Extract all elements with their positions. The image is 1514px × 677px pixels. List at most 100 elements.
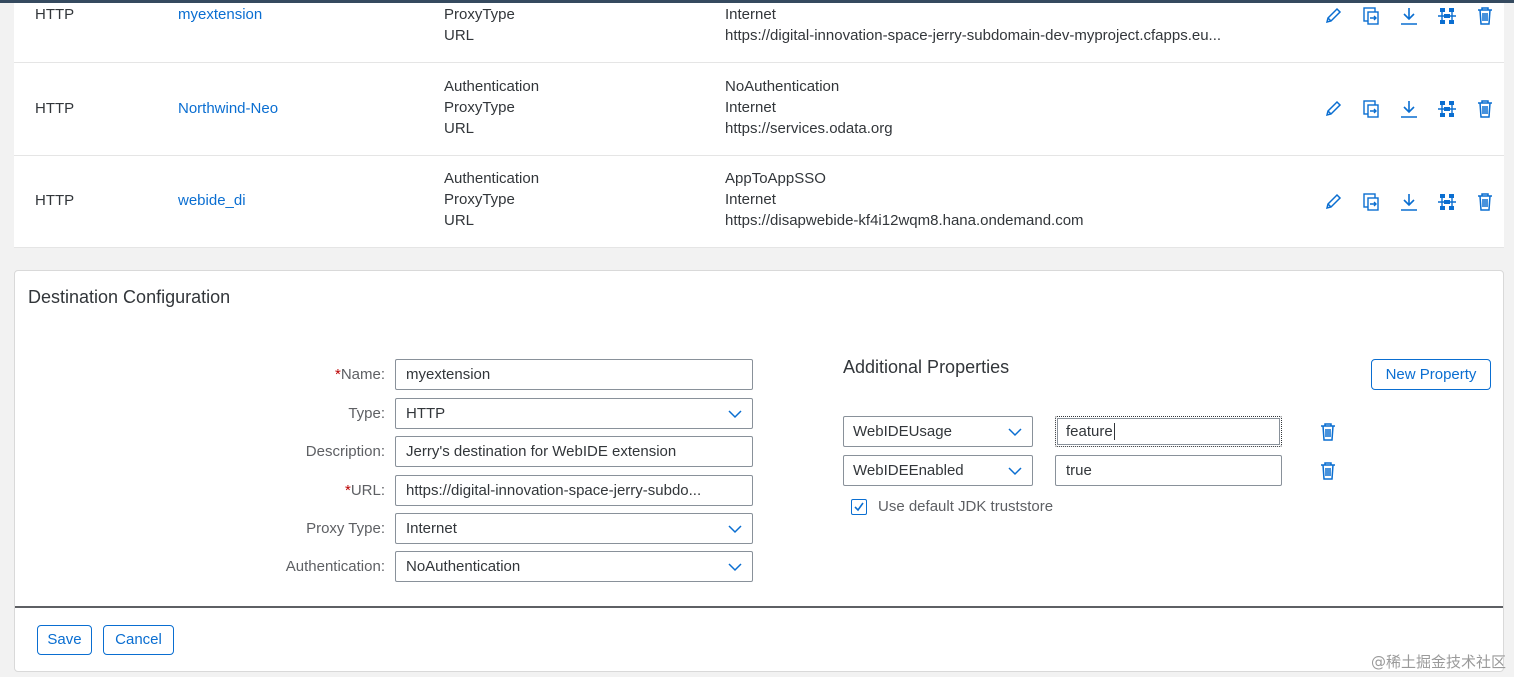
row-actions	[1314, 98, 1504, 120]
authentication-label: Authentication:	[285, 558, 385, 575]
edit-button[interactable]	[1314, 5, 1352, 27]
url-input[interactable]: https://digital-innovation-space-jerry-s…	[395, 475, 753, 506]
text-cursor	[1113, 423, 1115, 440]
description-input[interactable]: Jerry's destination for WebIDE extension	[395, 436, 753, 467]
authentication-row: Authentication:	[15, 551, 385, 582]
edit-icon	[1325, 193, 1342, 210]
edit-icon	[1325, 100, 1342, 117]
clone-button[interactable]	[1352, 98, 1390, 120]
chevron-down-icon	[728, 410, 742, 419]
name-label: *Name:	[334, 366, 385, 383]
authentication-value: NoAuthentication	[406, 558, 521, 575]
table-row[interactable]: HTTP Northwind-Neo Authentication ProxyT…	[14, 63, 1504, 156]
property-value-input[interactable]: true	[1055, 455, 1282, 486]
check-connection-button[interactable]	[1428, 5, 1466, 27]
destination-property-values: NoAuthentication Internet https://servic…	[725, 76, 893, 139]
additional-properties-title: Additional Properties	[843, 357, 1010, 377]
check-connection-button[interactable]	[1428, 98, 1466, 120]
property-key-value: WebIDEUsage	[853, 423, 952, 440]
cancel-button[interactable]: Cancel	[103, 625, 174, 655]
type-label: Type:	[348, 405, 385, 422]
authentication-select[interactable]: NoAuthentication	[395, 551, 753, 582]
destination-type: HTTP	[35, 100, 75, 117]
download-icon	[1401, 101, 1417, 118]
clone-icon	[1363, 7, 1379, 25]
watermark: @稀土掘金技术社区	[1370, 653, 1506, 671]
destination-property-values: Internet https://digital-innovation-spac…	[725, 4, 1221, 46]
clone-button[interactable]	[1352, 5, 1390, 27]
new-property-button[interactable]: New Property	[1371, 359, 1491, 390]
edit-button[interactable]	[1314, 98, 1352, 120]
truststore-checkbox[interactable]	[851, 498, 867, 515]
property-value: NoAuthentication	[725, 78, 840, 95]
name-input[interactable]: myextension	[395, 359, 753, 390]
check-connection-icon	[1438, 194, 1456, 210]
destination-name-link[interactable]: webide_di	[178, 190, 246, 211]
panel-title: Destination Configuration	[28, 287, 231, 307]
chevron-down-icon	[1008, 467, 1022, 476]
property-value: Internet	[725, 191, 776, 208]
edit-button[interactable]	[1314, 191, 1352, 213]
download-button[interactable]	[1390, 98, 1428, 120]
property-value: https://digital-innovation-space-jerry-s…	[725, 27, 1222, 44]
save-button[interactable]: Save	[37, 625, 92, 655]
edit-icon	[1325, 7, 1342, 24]
delete-property-button[interactable]	[1316, 420, 1340, 444]
description-row: Description:	[15, 436, 385, 467]
destination-name-link[interactable]: myextension	[178, 4, 262, 25]
table-row[interactable]: HTTP myextension ProxyType URL Internet …	[14, 3, 1504, 63]
destination-property-names: Authentication ProxyType URL	[444, 76, 539, 139]
clone-icon	[1363, 193, 1379, 211]
property-value: https://services.odata.org	[725, 120, 893, 137]
table-row[interactable]: HTTP webide_di Authentication ProxyType …	[14, 156, 1504, 248]
url-label: *URL:	[344, 482, 385, 499]
property-name: ProxyType	[444, 6, 515, 23]
truststore-option: Use default JDK truststore	[851, 498, 1053, 515]
delete-property-button[interactable]	[1316, 459, 1340, 483]
property-key-select[interactable]: WebIDEEnabled	[843, 455, 1033, 486]
url-row: *URL:	[15, 475, 385, 506]
property-value: https://disapwebide-kf4i12wqm8.hana.onde…	[725, 212, 1084, 229]
property-value: Internet	[725, 6, 776, 23]
chevron-down-icon	[728, 563, 742, 572]
destination-property-values: AppToAppSSO Internet https://disapwebide…	[725, 168, 1084, 231]
delete-button[interactable]	[1466, 191, 1504, 213]
property-key-select[interactable]: WebIDEUsage	[843, 416, 1033, 447]
delete-icon	[1478, 100, 1492, 118]
check-connection-icon	[1438, 8, 1456, 24]
destination-property-names: Authentication ProxyType URL	[444, 168, 539, 231]
delete-button[interactable]	[1466, 5, 1504, 27]
row-actions	[1314, 191, 1504, 213]
proxy-type-value: Internet	[406, 520, 457, 537]
type-select-value: HTTP	[406, 405, 446, 422]
clone-button[interactable]	[1352, 191, 1390, 213]
property-name: ProxyType	[444, 191, 515, 208]
delete-icon	[1478, 7, 1492, 25]
destination-type: HTTP	[35, 6, 75, 23]
property-value-input[interactable]: feature	[1055, 416, 1282, 447]
destination-property-names: ProxyType URL	[444, 4, 515, 46]
destinations-table: HTTP myextension ProxyType URL Internet …	[14, 3, 1504, 248]
chevron-down-icon	[1008, 428, 1022, 437]
destination-name-link[interactable]: Northwind-Neo	[178, 98, 278, 119]
delete-button[interactable]	[1466, 98, 1504, 120]
proxy-type-select[interactable]: Internet	[395, 513, 753, 544]
property-name: ProxyType	[444, 99, 515, 116]
download-button[interactable]	[1390, 5, 1428, 27]
property-name: Authentication	[444, 170, 540, 187]
proxy-type-label: Proxy Type:	[306, 520, 385, 537]
property-name: Authentication	[444, 78, 540, 95]
truststore-label: Use default JDK truststore	[878, 498, 1054, 515]
name-row: *Name:	[15, 359, 385, 390]
chevron-down-icon	[728, 525, 742, 534]
download-icon	[1401, 8, 1417, 25]
download-button[interactable]	[1390, 191, 1428, 213]
delete-icon	[1321, 462, 1335, 480]
type-select[interactable]: HTTP	[395, 398, 753, 429]
row-actions	[1314, 5, 1504, 27]
destination-configuration-panel: Destination Configuration *Name: myexten…	[14, 270, 1504, 672]
type-row: Type:	[15, 398, 385, 429]
property-name: URL	[444, 120, 475, 137]
check-connection-button[interactable]	[1428, 191, 1466, 213]
footer-divider	[15, 606, 1503, 608]
